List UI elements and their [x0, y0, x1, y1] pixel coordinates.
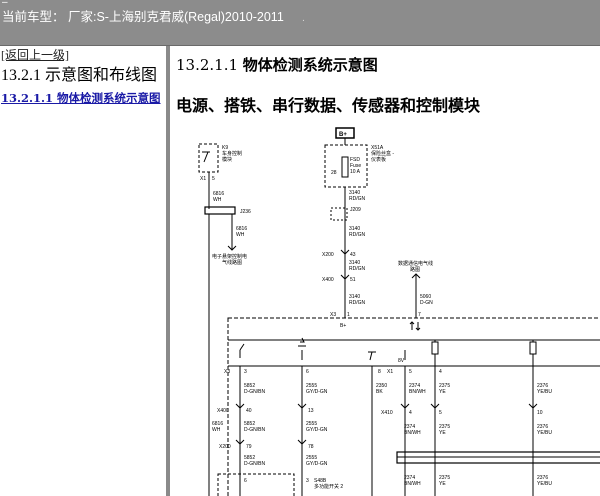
main-content: 13.2.1.1 物体检测系统示意图 电源、搭铁、串行数据、传感器和控制模块 K…: [170, 46, 600, 496]
heading-text: 物体检测系统示意图: [242, 56, 378, 74]
sensor-box-2375: [431, 341, 439, 355]
j236-label: J236: [240, 209, 251, 215]
diagram-subtitle: 电源、搭铁、串行数据、传感器和控制模块: [176, 96, 481, 115]
k9-module-box: [198, 143, 219, 173]
section-title: 13.2.1 示意图和布线图: [1, 67, 158, 84]
wire-2555b-color: GY/D-GN: [306, 427, 328, 433]
x200b-pin1: 79: [246, 444, 252, 450]
wire-2375b-color: YE: [439, 430, 446, 436]
x51a-name2: 仪表板: [371, 156, 386, 163]
v8-label: 8V: [398, 358, 405, 364]
fuse-pin: 28: [331, 170, 337, 176]
bplus-in-label: B+: [340, 323, 346, 329]
wire-2374b-color: BN/WH: [404, 430, 421, 436]
wire-3140b-color: RD/GN: [349, 232, 366, 238]
wire-5852a-color: D-GN/BN: [244, 389, 266, 395]
wire-3140a-color: RD/GN: [349, 196, 366, 202]
x400b-pin1: 40: [246, 408, 252, 414]
wire-5852c-color: D-GN/BN: [244, 461, 266, 467]
x200b-pin2: 78: [308, 444, 314, 450]
wire-6816b-color: WH: [236, 232, 245, 238]
vehicle-title: 当前车型： 厂家:S-上海别克君威(Regal)2010-2011: [2, 10, 284, 24]
x1-top-label: X1: [200, 176, 206, 182]
wire-3140d-color: RD/GN: [349, 300, 366, 306]
x410-pin3: 10: [537, 410, 543, 416]
pin-8: 8: [378, 369, 381, 375]
sidebar: [返回上一级] 13.2.1 示意图和布线图 13.2.1.1 物体检测系统示意…: [0, 46, 165, 496]
wire-2375a-color: YE: [439, 389, 446, 395]
wire-6816c-color: WH: [212, 427, 221, 433]
x410-pin2: 5: [439, 410, 442, 416]
wire-2555c-color: GY/D-GN: [306, 461, 328, 467]
x400-label: X400: [322, 277, 334, 283]
heading-number: 13.2.1.1: [176, 56, 243, 74]
x3-mid-label: X3: [224, 369, 230, 375]
j209-label: J209: [350, 207, 361, 213]
pin-5: 5: [409, 369, 412, 375]
pin-4: 4: [439, 369, 442, 375]
x410-label: X410: [381, 410, 393, 416]
fuse-symbol: [341, 156, 349, 178]
bottom-pin3: 3: [306, 478, 309, 484]
x200-pin: 43: [350, 252, 356, 258]
sensor-box-2376: [529, 341, 537, 355]
pin-3: 3: [244, 369, 247, 375]
x200-label: X200: [322, 252, 334, 258]
wire-2350-color: BK: [376, 389, 383, 395]
switch-5852: [239, 343, 245, 358]
wire-6816a-color: WH: [213, 197, 222, 203]
wire-2376a-color: YE/BU: [537, 389, 552, 395]
k9-name: 车身控制: [222, 150, 242, 157]
x200b-label: X200: [219, 444, 231, 450]
wiring-diagram: K9 车身控制 模块 X1 5 6816 WH J236 6816 WH 电子悬…: [198, 127, 600, 496]
data-arrows: [409, 321, 421, 331]
wire-2376b-color: YE/BU: [537, 430, 552, 436]
wire-2374a-color: BN/WH: [409, 389, 426, 395]
ref-left2: 气线路图: [222, 259, 242, 266]
x1-mid-label: X1: [387, 369, 393, 375]
k9-name2: 模块: [222, 156, 232, 163]
page-title: 13.2.1.1 物体检测系统示意图: [176, 54, 378, 75]
x1-top-pin: 5: [212, 176, 215, 182]
wire-2374c-color: BN/WH: [404, 481, 421, 487]
k9-switch-symbol: [202, 151, 210, 163]
x3-top-label: X3: [330, 312, 336, 318]
wire-2375c-color: YE: [439, 481, 446, 487]
wire-5060-color: D-GN: [420, 300, 433, 306]
fuse-amp: 10 A: [350, 169, 361, 175]
s48b-switch-box: [217, 473, 295, 496]
x3-pin7: 7: [418, 312, 421, 318]
x51a-name: 保险丝盒 -: [371, 150, 394, 157]
x400b-label: X400: [217, 408, 229, 414]
ref-right2: 路图: [410, 266, 420, 273]
pin-6: 6: [306, 369, 309, 375]
ref-right: 数据通信电气线: [398, 260, 433, 267]
ground-2350: [368, 351, 376, 361]
x400-pin: 51: [350, 277, 356, 283]
title-bar: – 当前车型： 厂家:S-上海别克君威(Regal)2010-2011 .: [0, 0, 600, 46]
x400b-pin2: 13: [308, 408, 314, 414]
s48b-name: 多功能开关 2: [314, 483, 343, 490]
sensor-2555: [298, 337, 306, 360]
object-detection-module: [227, 317, 600, 496]
x3-pin1: 1: [347, 312, 350, 318]
bottom-pin6: 6: [244, 478, 247, 484]
ref-left: 电子悬架控制电: [212, 253, 247, 260]
wire-2555a-color: GY/D-GN: [306, 389, 328, 395]
x410-pin1: 4: [409, 410, 412, 416]
wire-3140c-color: RD/GN: [349, 266, 366, 272]
title-dot: .: [302, 14, 305, 24]
bplus-label: B+: [339, 132, 347, 138]
schematic-link[interactable]: 13.2.1.1 物体检测系统示意图: [1, 90, 161, 106]
wire-5852b-color: D-GN/BN: [244, 427, 266, 433]
wire-2376c-color: YE/BU: [537, 481, 552, 487]
